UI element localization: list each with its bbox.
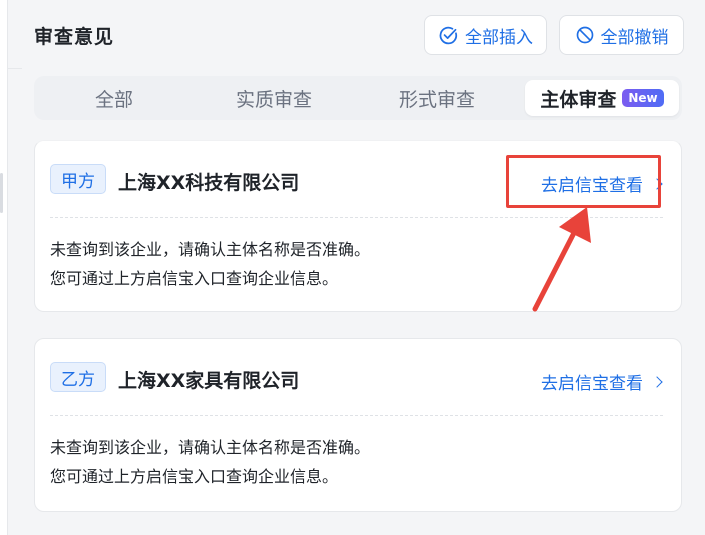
review-header: 审查意见 全部插入 全部撤销	[0, 0, 705, 70]
card-message: 未查询到该企业，请确认主体名称是否准确。 您可通过上方启信宝入口查询企业信息。	[50, 235, 370, 293]
tab-label: 全部	[94, 88, 133, 111]
left-panel-edge	[0, 0, 8, 535]
check-circle-icon	[439, 26, 458, 44]
link-label: 去启信宝查看	[541, 374, 643, 394]
insert-all-button[interactable]: 全部插入	[424, 15, 547, 55]
party-tag: 乙方	[50, 362, 106, 392]
card-message: 未查询到该企业，请确认主体名称是否准确。 您可通过上方启信宝入口查询企业信息。	[50, 433, 370, 491]
tab-label: 实质审查	[235, 88, 312, 111]
resize-handle[interactable]	[0, 173, 3, 213]
message-line: 未查询到该企业，请确认主体名称是否准确。	[50, 438, 371, 457]
qixinbao-link[interactable]: 去启信宝查看	[541, 369, 663, 394]
tab-label: 形式审查	[398, 88, 475, 111]
company-name: 上海XX家具有限公司	[118, 370, 300, 392]
tab-all[interactable]: 全部	[44, 80, 184, 116]
annotation-arrow-icon	[532, 207, 591, 312]
party-tag: 甲方	[50, 164, 106, 194]
entity-card: 乙方 上海XX家具有限公司 去启信宝查看 未查询到该企业，请确认主体名称是否准确…	[34, 338, 682, 512]
message-line: 未查询到该企业，请确认主体名称是否准确。	[50, 240, 371, 259]
chevron-right-icon	[651, 375, 663, 388]
divider	[50, 415, 663, 416]
annotation-highlight-box	[506, 155, 661, 208]
panel-title: 审查意见	[34, 26, 115, 48]
company-name: 上海XX科技有限公司	[118, 172, 300, 194]
message-line: 您可通过上方启信宝入口查询企业信息。	[50, 467, 339, 486]
tab-formal-review[interactable]: 形式审查	[367, 80, 507, 116]
message-line: 您可通过上方启信宝入口查询企业信息。	[50, 269, 339, 288]
tab-entity-review[interactable]: 主体审查 New	[525, 80, 679, 116]
insert-all-label: 全部插入	[465, 27, 533, 48]
new-badge: New	[622, 89, 664, 107]
tab-substantive-review[interactable]: 实质审查	[204, 80, 344, 116]
prohibit-icon	[576, 26, 593, 44]
tab-label: 主体审查	[540, 88, 617, 111]
revoke-all-label: 全部撤销	[600, 27, 669, 48]
revoke-all-button[interactable]: 全部撤销	[559, 15, 684, 55]
review-tabs: 全部 实质审查 形式审查 主体审查 New	[34, 76, 682, 120]
